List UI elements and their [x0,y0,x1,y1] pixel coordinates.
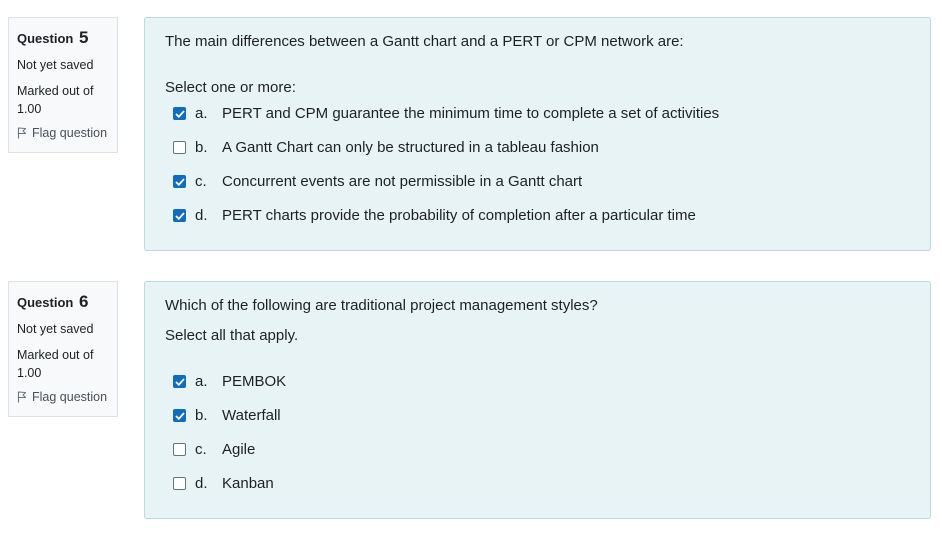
option-text: PEMBOK [222,373,287,390]
checkbox-unchecked[interactable] [173,443,186,456]
answer-option-a[interactable]: a. PERT and CPM guarantee the minimum ti… [173,105,719,122]
question-prompt: Select all that apply. [165,327,299,344]
question-label: Question [17,31,74,46]
checkbox-unchecked[interactable] [173,477,186,490]
question-info-panel: Question 6 Not yet saved Marked out of 1… [8,281,118,417]
answer-option-a[interactable]: a. PEMBOK [173,373,286,390]
answer-option-d[interactable]: d. Kanban [173,475,274,492]
option-text: Agile [222,441,256,458]
flag-question-label: Flag question [32,126,108,140]
option-text: A Gantt Chart can only be structured in … [222,139,599,156]
checkmark-icon [174,109,185,118]
option-text: Concurrent events are not permissible in… [222,173,583,190]
question-info-panel: Question 5 Not yet saved Marked out of 1… [8,17,118,153]
checkbox-checked[interactable] [173,209,186,222]
answer-option-b[interactable]: b. Waterfall [173,407,281,424]
option-text: Waterfall [222,407,281,424]
option-letter: d. [195,475,208,492]
option-text: PERT charts provide the probability of c… [222,207,696,224]
grade-label: Marked out of [17,348,94,362]
option-letter: a. [195,105,208,122]
question-number: Question 5 [17,28,109,48]
option-letter: d. [195,207,208,224]
question-number-value: 6 [78,292,89,311]
checkbox-checked[interactable] [173,409,186,422]
checkbox-unchecked[interactable] [173,141,186,154]
checkmark-icon [174,411,185,420]
question-state: Not yet saved [17,58,94,72]
question-prompt: Select one or more: [165,79,296,96]
option-letter: a. [195,373,208,390]
option-letter: b. [195,139,208,156]
grade-label: Marked out of [17,84,94,98]
question-text: Which of the following are traditional p… [165,297,598,314]
answer-option-c[interactable]: c. Agile [173,441,255,458]
question-text: The main differences between a Gantt cha… [165,33,684,50]
checkbox-checked[interactable] [173,375,186,388]
flag-question-link[interactable]: Flag question [17,390,109,404]
grade-value: 1.00 [17,366,42,380]
checkmark-icon [174,211,185,220]
question-number-value: 5 [78,28,89,47]
question-number: Question 6 [17,292,109,312]
grade-value: 1.00 [17,102,42,116]
flag-icon [17,127,26,139]
option-letter: c. [195,441,207,458]
checkmark-icon [174,177,185,186]
answer-option-d[interactable]: d. PERT charts provide the probability o… [173,207,696,224]
question-content: Which of the following are traditional p… [144,281,931,519]
flag-icon [17,391,26,403]
option-letter: b. [195,407,208,424]
checkbox-checked[interactable] [173,175,186,188]
checkbox-checked[interactable] [173,107,186,120]
checkmark-icon [174,377,185,386]
option-letter: c. [195,173,207,190]
option-text: Kanban [222,475,274,492]
question-content: The main differences between a Gantt cha… [144,17,931,251]
question-grade: Marked out of 1.00 [17,346,109,382]
answer-option-c[interactable]: c. Concurrent events are not permissible… [173,173,582,190]
question-state: Not yet saved [17,322,94,336]
question-label: Question [17,295,74,310]
answer-option-b[interactable]: b. A Gantt Chart can only be structured … [173,139,599,156]
option-text: PERT and CPM guarantee the minimum time … [222,105,720,122]
flag-question-label: Flag question [32,390,108,404]
flag-question-link[interactable]: Flag question [17,126,109,140]
question-grade: Marked out of 1.00 [17,82,109,118]
